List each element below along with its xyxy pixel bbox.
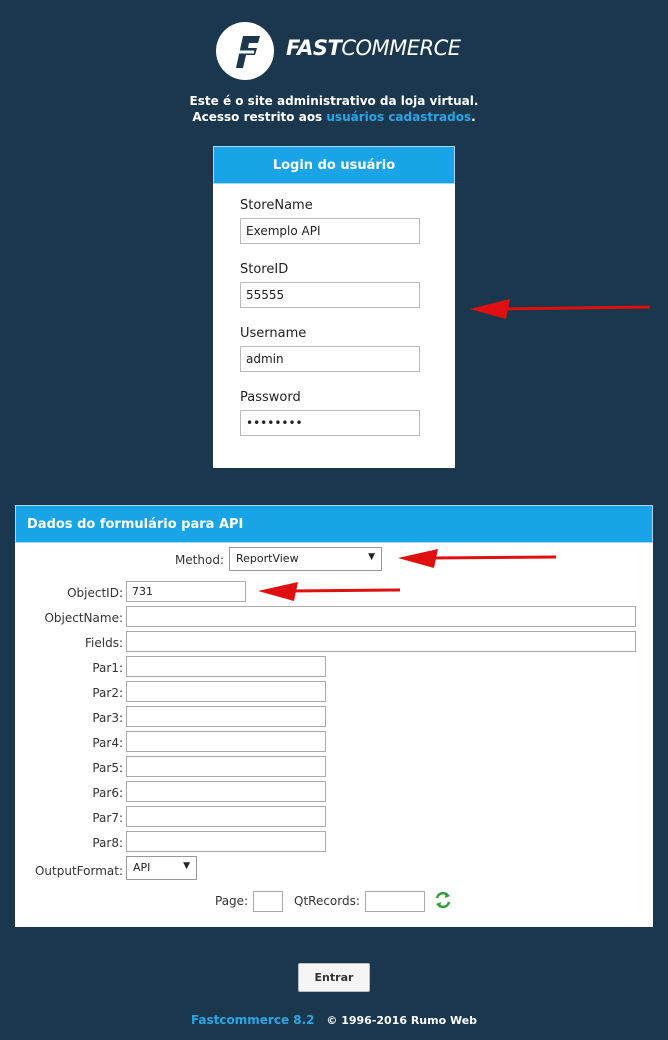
objectname-input[interactable] bbox=[126, 606, 636, 627]
par6-input[interactable] bbox=[126, 781, 326, 802]
fields-input[interactable] bbox=[126, 631, 636, 652]
par8-label: Par8: bbox=[92, 836, 123, 850]
refresh-icon[interactable] bbox=[433, 890, 453, 910]
objectid-label: ObjectID: bbox=[67, 586, 123, 600]
par1-input[interactable] bbox=[126, 656, 326, 677]
footer-copyright: © 1996-2016 Rumo Web bbox=[326, 1014, 478, 1027]
login-panel-title: Login do usuário bbox=[213, 146, 455, 184]
storename-input[interactable] bbox=[240, 218, 420, 244]
intro-line-2: Acesso restrito aos usuários cadastrados… bbox=[192, 110, 476, 124]
username-label: Username bbox=[240, 326, 307, 341]
logo-wordmark: FASTCOMMERCE bbox=[286, 36, 461, 60]
method-selected-value: ReportView bbox=[236, 552, 299, 565]
login-panel: Login do usuário StoreName StoreID Usern… bbox=[213, 146, 455, 468]
objectid-input[interactable] bbox=[126, 581, 246, 602]
password-input[interactable] bbox=[240, 410, 420, 436]
chevron-down-icon: ▼ bbox=[368, 552, 375, 562]
par8-input[interactable] bbox=[126, 831, 326, 852]
par5-label: Par5: bbox=[92, 761, 123, 775]
storename-group: StoreName bbox=[240, 198, 420, 244]
par7-label: Par7: bbox=[92, 811, 123, 825]
method-row: Method: bbox=[15, 550, 224, 572]
par1-label: Par1: bbox=[92, 661, 123, 675]
fastcommerce-logo: FASTCOMMERCE bbox=[216, 22, 461, 80]
footer: Fastcommerce 8.2 © 1996-2016 Rumo Web bbox=[0, 1013, 668, 1027]
storeid-input[interactable] bbox=[240, 282, 420, 308]
objectname-row: ObjectName: bbox=[15, 608, 123, 630]
qtrecords-label: QtRecords: bbox=[294, 894, 360, 908]
objectname-label: ObjectName: bbox=[44, 611, 123, 625]
intro-text: Este é o site administrativo da loja vir… bbox=[0, 93, 668, 125]
outputformat-select[interactable]: API ▼ bbox=[126, 856, 197, 880]
par2-label: Par2: bbox=[92, 686, 123, 700]
par6-label: Par6: bbox=[92, 786, 123, 800]
par2-input[interactable] bbox=[126, 681, 326, 702]
arrow-icon bbox=[470, 299, 651, 319]
fields-label: Fields: bbox=[85, 636, 123, 650]
par4-input[interactable] bbox=[126, 731, 326, 752]
qtrecords-input[interactable] bbox=[365, 891, 425, 912]
method-select[interactable]: ReportView ▼ bbox=[229, 547, 382, 571]
par8-row: Par8: bbox=[15, 833, 123, 855]
par5-input[interactable] bbox=[126, 756, 326, 777]
page-label: Page: bbox=[215, 894, 249, 908]
par5-row: Par5: bbox=[15, 758, 123, 780]
par4-row: Par4: bbox=[15, 733, 123, 755]
username-group: Username bbox=[240, 326, 420, 372]
intro-line-1: Este é o site administrativo da loja vir… bbox=[189, 94, 479, 108]
par7-input[interactable] bbox=[126, 806, 326, 827]
method-label: Method: bbox=[174, 553, 224, 567]
par7-row: Par7: bbox=[15, 808, 123, 830]
outputformat-label: OutputFormat: bbox=[34, 864, 123, 878]
fields-row: Fields: bbox=[15, 633, 123, 655]
api-form-title: Dados do formulário para API bbox=[15, 505, 653, 543]
par2-row: Par2: bbox=[15, 683, 123, 705]
chevron-down-icon: ▼ bbox=[183, 861, 190, 871]
storeid-group: StoreID bbox=[240, 262, 420, 308]
outputformat-selected-value: API bbox=[133, 861, 151, 874]
objectid-row: ObjectID: bbox=[15, 583, 123, 605]
registered-users-link[interactable]: usuários cadastrados bbox=[326, 110, 471, 124]
storename-label: StoreName bbox=[240, 198, 313, 213]
entrar-button[interactable]: Entrar bbox=[298, 963, 370, 992]
outputformat-row: OutputFormat: bbox=[15, 861, 123, 883]
api-form-panel: Dados do formulário para API Method: Rep… bbox=[15, 505, 653, 927]
password-label: Password bbox=[240, 390, 301, 405]
password-group: Password bbox=[240, 390, 420, 436]
par3-label: Par3: bbox=[92, 711, 123, 725]
par3-row: Par3: bbox=[15, 708, 123, 730]
par6-row: Par6: bbox=[15, 783, 123, 805]
storeid-label: StoreID bbox=[240, 262, 289, 277]
par1-row: Par1: bbox=[15, 658, 123, 680]
par3-input[interactable] bbox=[126, 706, 326, 727]
footer-version: Fastcommerce 8.2 bbox=[190, 1013, 315, 1027]
logo-mark-icon bbox=[216, 22, 274, 80]
page-input[interactable] bbox=[253, 891, 283, 912]
par4-label: Par4: bbox=[92, 736, 123, 750]
username-input[interactable] bbox=[240, 346, 420, 372]
